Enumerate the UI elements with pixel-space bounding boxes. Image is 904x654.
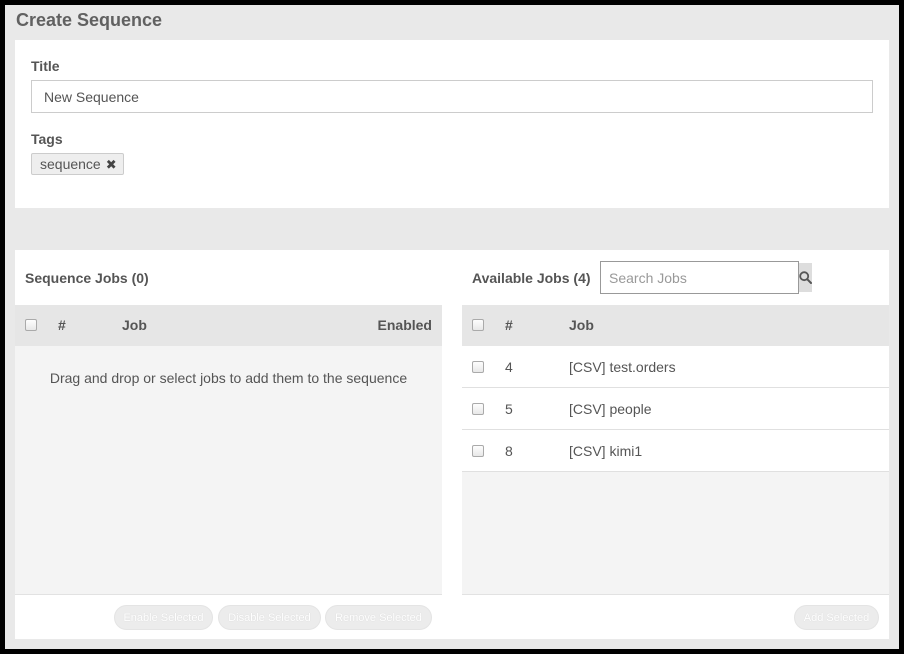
page-title: Create Sequence (16, 10, 163, 30)
available-jobs-footer: Add Selected (462, 594, 889, 639)
tags-label: Tags (31, 131, 63, 147)
row-checkbox[interactable] (472, 361, 484, 373)
job-name: [CSV] kimi1 (569, 443, 643, 459)
close-icon[interactable]: ✖ (106, 158, 117, 171)
sequence-form: Title Tags sequence ✖ (15, 40, 889, 208)
sequence-jobs-panel: # Job Enabled Drag and drop or select jo… (15, 305, 442, 639)
select-all-checkbox[interactable] (25, 319, 37, 331)
row-checkbox[interactable] (472, 403, 484, 415)
search-button[interactable] (799, 263, 812, 292)
sequence-jobs-table-header: # Job Enabled (15, 305, 442, 346)
search-jobs-input[interactable] (601, 262, 798, 293)
disable-selected-button[interactable]: Disable Selected (218, 605, 321, 630)
col-job: Job (122, 317, 147, 333)
title-input[interactable] (31, 80, 873, 113)
remove-selected-button[interactable]: Remove Selected (325, 605, 432, 630)
tag-label: sequence (40, 156, 101, 172)
search-jobs-box (600, 261, 812, 294)
job-name: [CSV] people (569, 401, 652, 417)
search-icon (799, 271, 812, 284)
col-num: # (58, 317, 66, 333)
col-job: Job (569, 317, 594, 333)
sequence-jobs-footer: Enable Selected Disable Selected Remove … (15, 594, 442, 639)
select-all-checkbox[interactable] (472, 319, 484, 331)
enable-selected-button[interactable]: Enable Selected (114, 605, 213, 630)
add-selected-button[interactable]: Add Selected (794, 605, 879, 630)
available-jobs-panel: # Job 4 [CSV] test.orders 5 [CSV] people… (462, 305, 889, 639)
empty-dropzone-message: Drag and drop or select jobs to add them… (49, 370, 408, 386)
table-row[interactable]: 8 [CSV] kimi1 (462, 430, 889, 472)
title-label: Title (31, 58, 60, 74)
job-name: [CSV] test.orders (569, 359, 676, 375)
job-number: 8 (505, 443, 513, 459)
available-jobs-table-header: # Job (462, 305, 889, 346)
table-row[interactable]: 4 [CSV] test.orders (462, 346, 889, 388)
job-number: 5 (505, 401, 513, 417)
available-jobs-heading: Available Jobs (4) (472, 270, 591, 286)
job-number: 4 (505, 359, 513, 375)
table-row[interactable]: 5 [CSV] people (462, 388, 889, 430)
row-checkbox[interactable] (472, 445, 484, 457)
jobs-section: Sequence Jobs (0) Available Jobs (4) # J… (15, 250, 889, 639)
tag-chip: sequence ✖ (31, 153, 124, 175)
sequence-jobs-heading: Sequence Jobs (0) (25, 270, 149, 286)
col-enabled: Enabled (377, 317, 432, 333)
col-num: # (505, 317, 513, 333)
create-sequence-window: Create Sequence Title Tags sequence ✖ Se… (5, 5, 899, 649)
